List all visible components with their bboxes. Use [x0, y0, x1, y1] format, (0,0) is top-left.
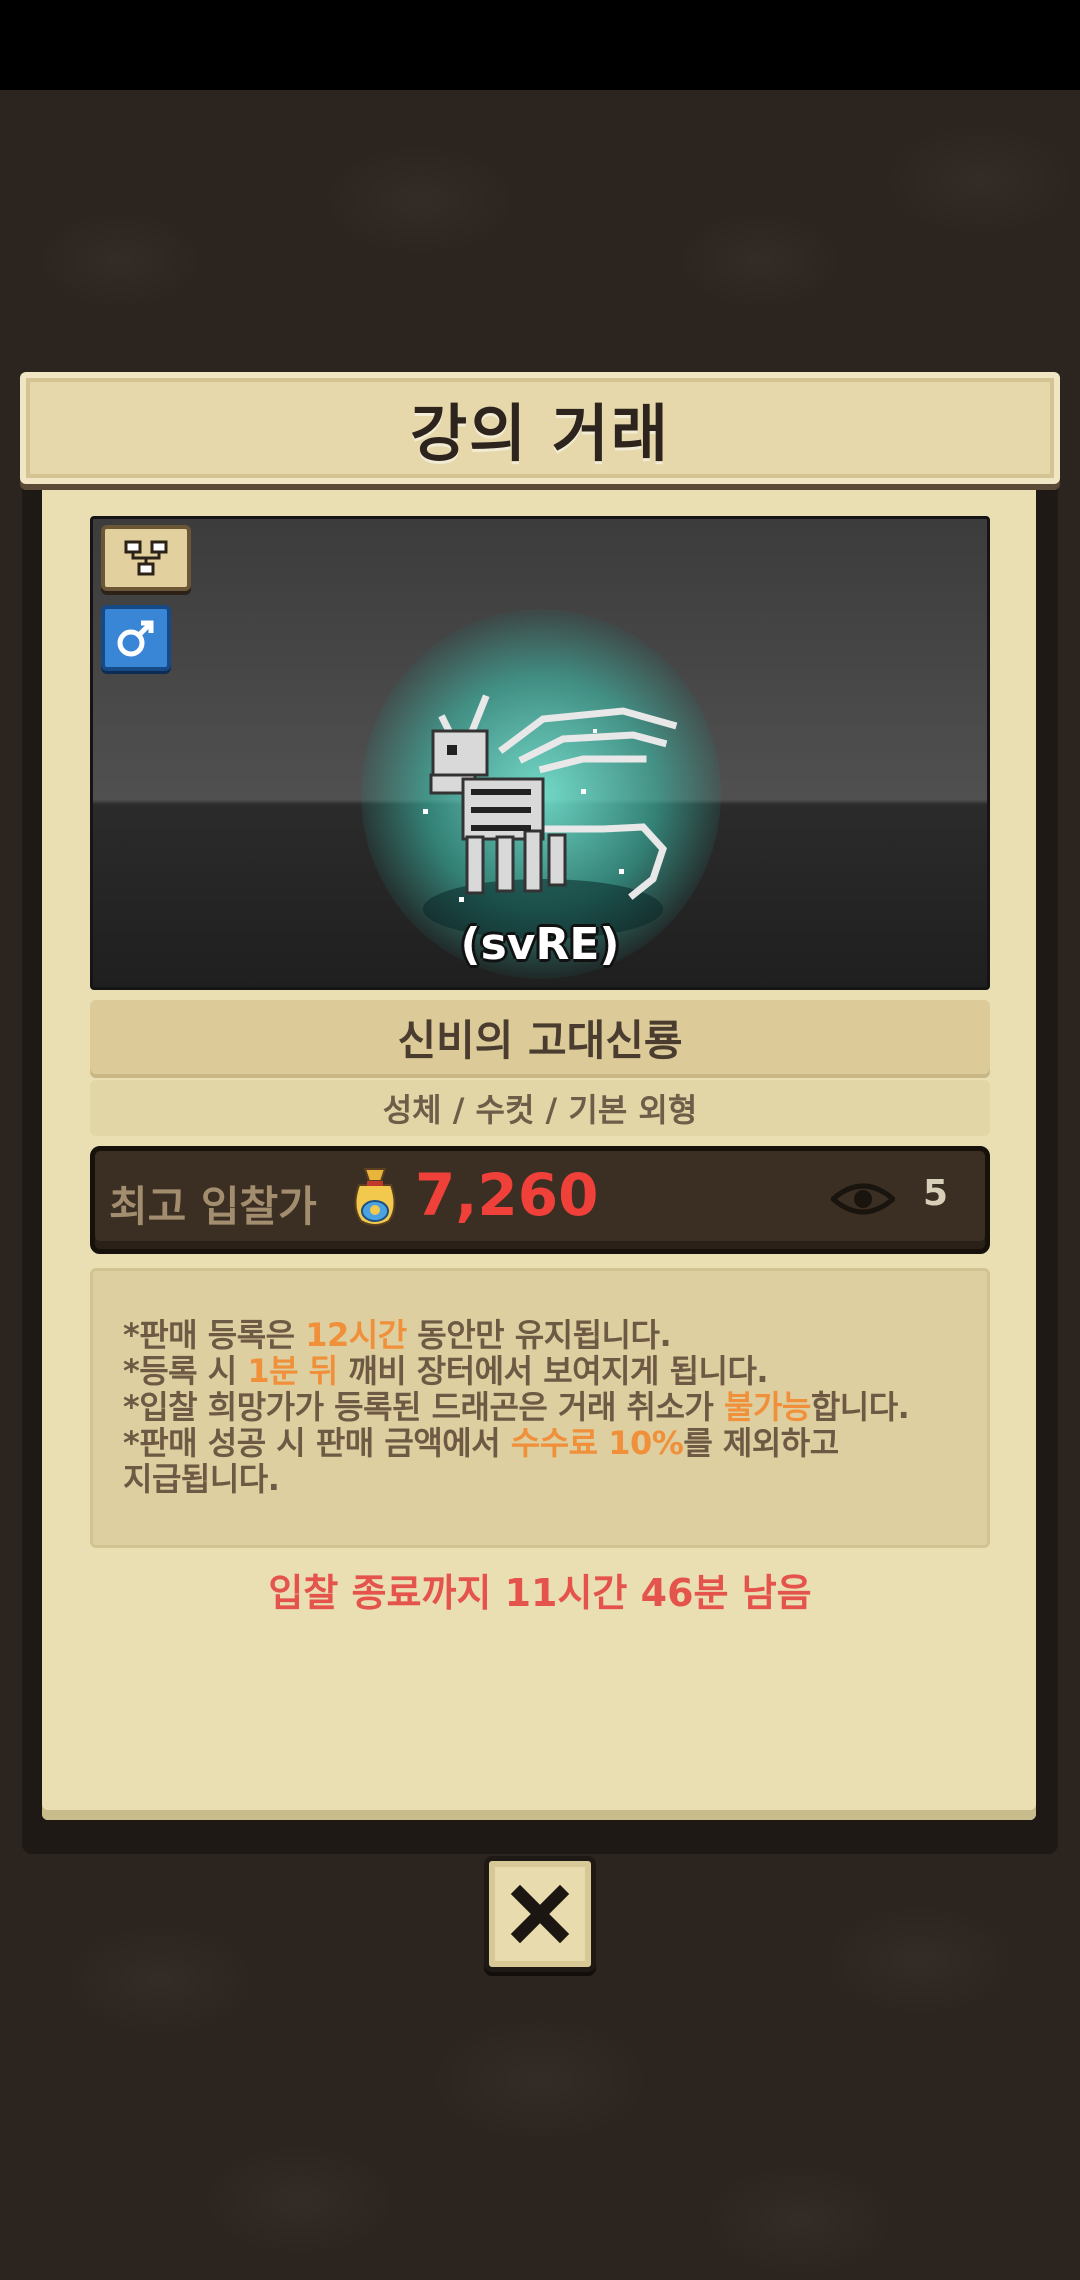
view-count: 5	[923, 1173, 949, 1214]
notice-line: *판매 등록은 12시간 동안만 유지됩니다.	[123, 1316, 672, 1354]
dragon-name-box: 신비의 고대신룡	[90, 1000, 990, 1074]
gender-badge	[101, 605, 171, 671]
family-tree-button[interactable]	[101, 525, 191, 591]
dragon-attributes: 성체 / 수컷 / 기본 외형	[382, 1091, 698, 1129]
family-tree-icon	[124, 540, 168, 576]
auction-remaining-time: 입찰 종료까지 11시간 46분 남음	[268, 1571, 812, 1615]
status-bar	[0, 0, 1080, 90]
notice-line: 지급됩니다.	[123, 1460, 280, 1498]
notice-box: *판매 등록은 12시간 동안만 유지됩니다. *등록 시 1분 뒤 깨비 장터…	[90, 1268, 990, 1548]
notice-line: *등록 시 1분 뒤 깨비 장터에서 보여지게 됩니다.	[123, 1352, 769, 1390]
close-icon	[510, 1884, 570, 1944]
dragon-preview: (svRE)	[90, 516, 990, 990]
bid-label: 최고 입찰가	[109, 1182, 317, 1231]
dragon-nickname: (svRE)	[460, 919, 620, 970]
male-icon	[117, 620, 154, 657]
close-button[interactable]	[484, 1856, 596, 1972]
eye-icon	[831, 1183, 895, 1215]
notice-line: *판매 성공 시 판매 금액에서 수수료 10%를 제외하고	[123, 1424, 839, 1462]
notice-line: *입찰 희망가가 등록된 드래곤은 거래 취소가 불가능합니다.	[123, 1388, 910, 1426]
dragon-attributes-box: 성체 / 수컷 / 기본 외형	[90, 1080, 990, 1136]
gold-pouch-icon	[354, 1168, 396, 1226]
dragon-name: 신비의 고대신룡	[397, 1015, 683, 1065]
dialog-title: 강의 거래	[410, 397, 670, 470]
title-banner: 강의 거래	[20, 372, 1060, 484]
dragon-sprite	[423, 694, 678, 902]
highest-bid-value: 7,260	[415, 1161, 599, 1229]
highest-bid-bar: 최고 입찰가 7,260 5	[90, 1146, 990, 1254]
